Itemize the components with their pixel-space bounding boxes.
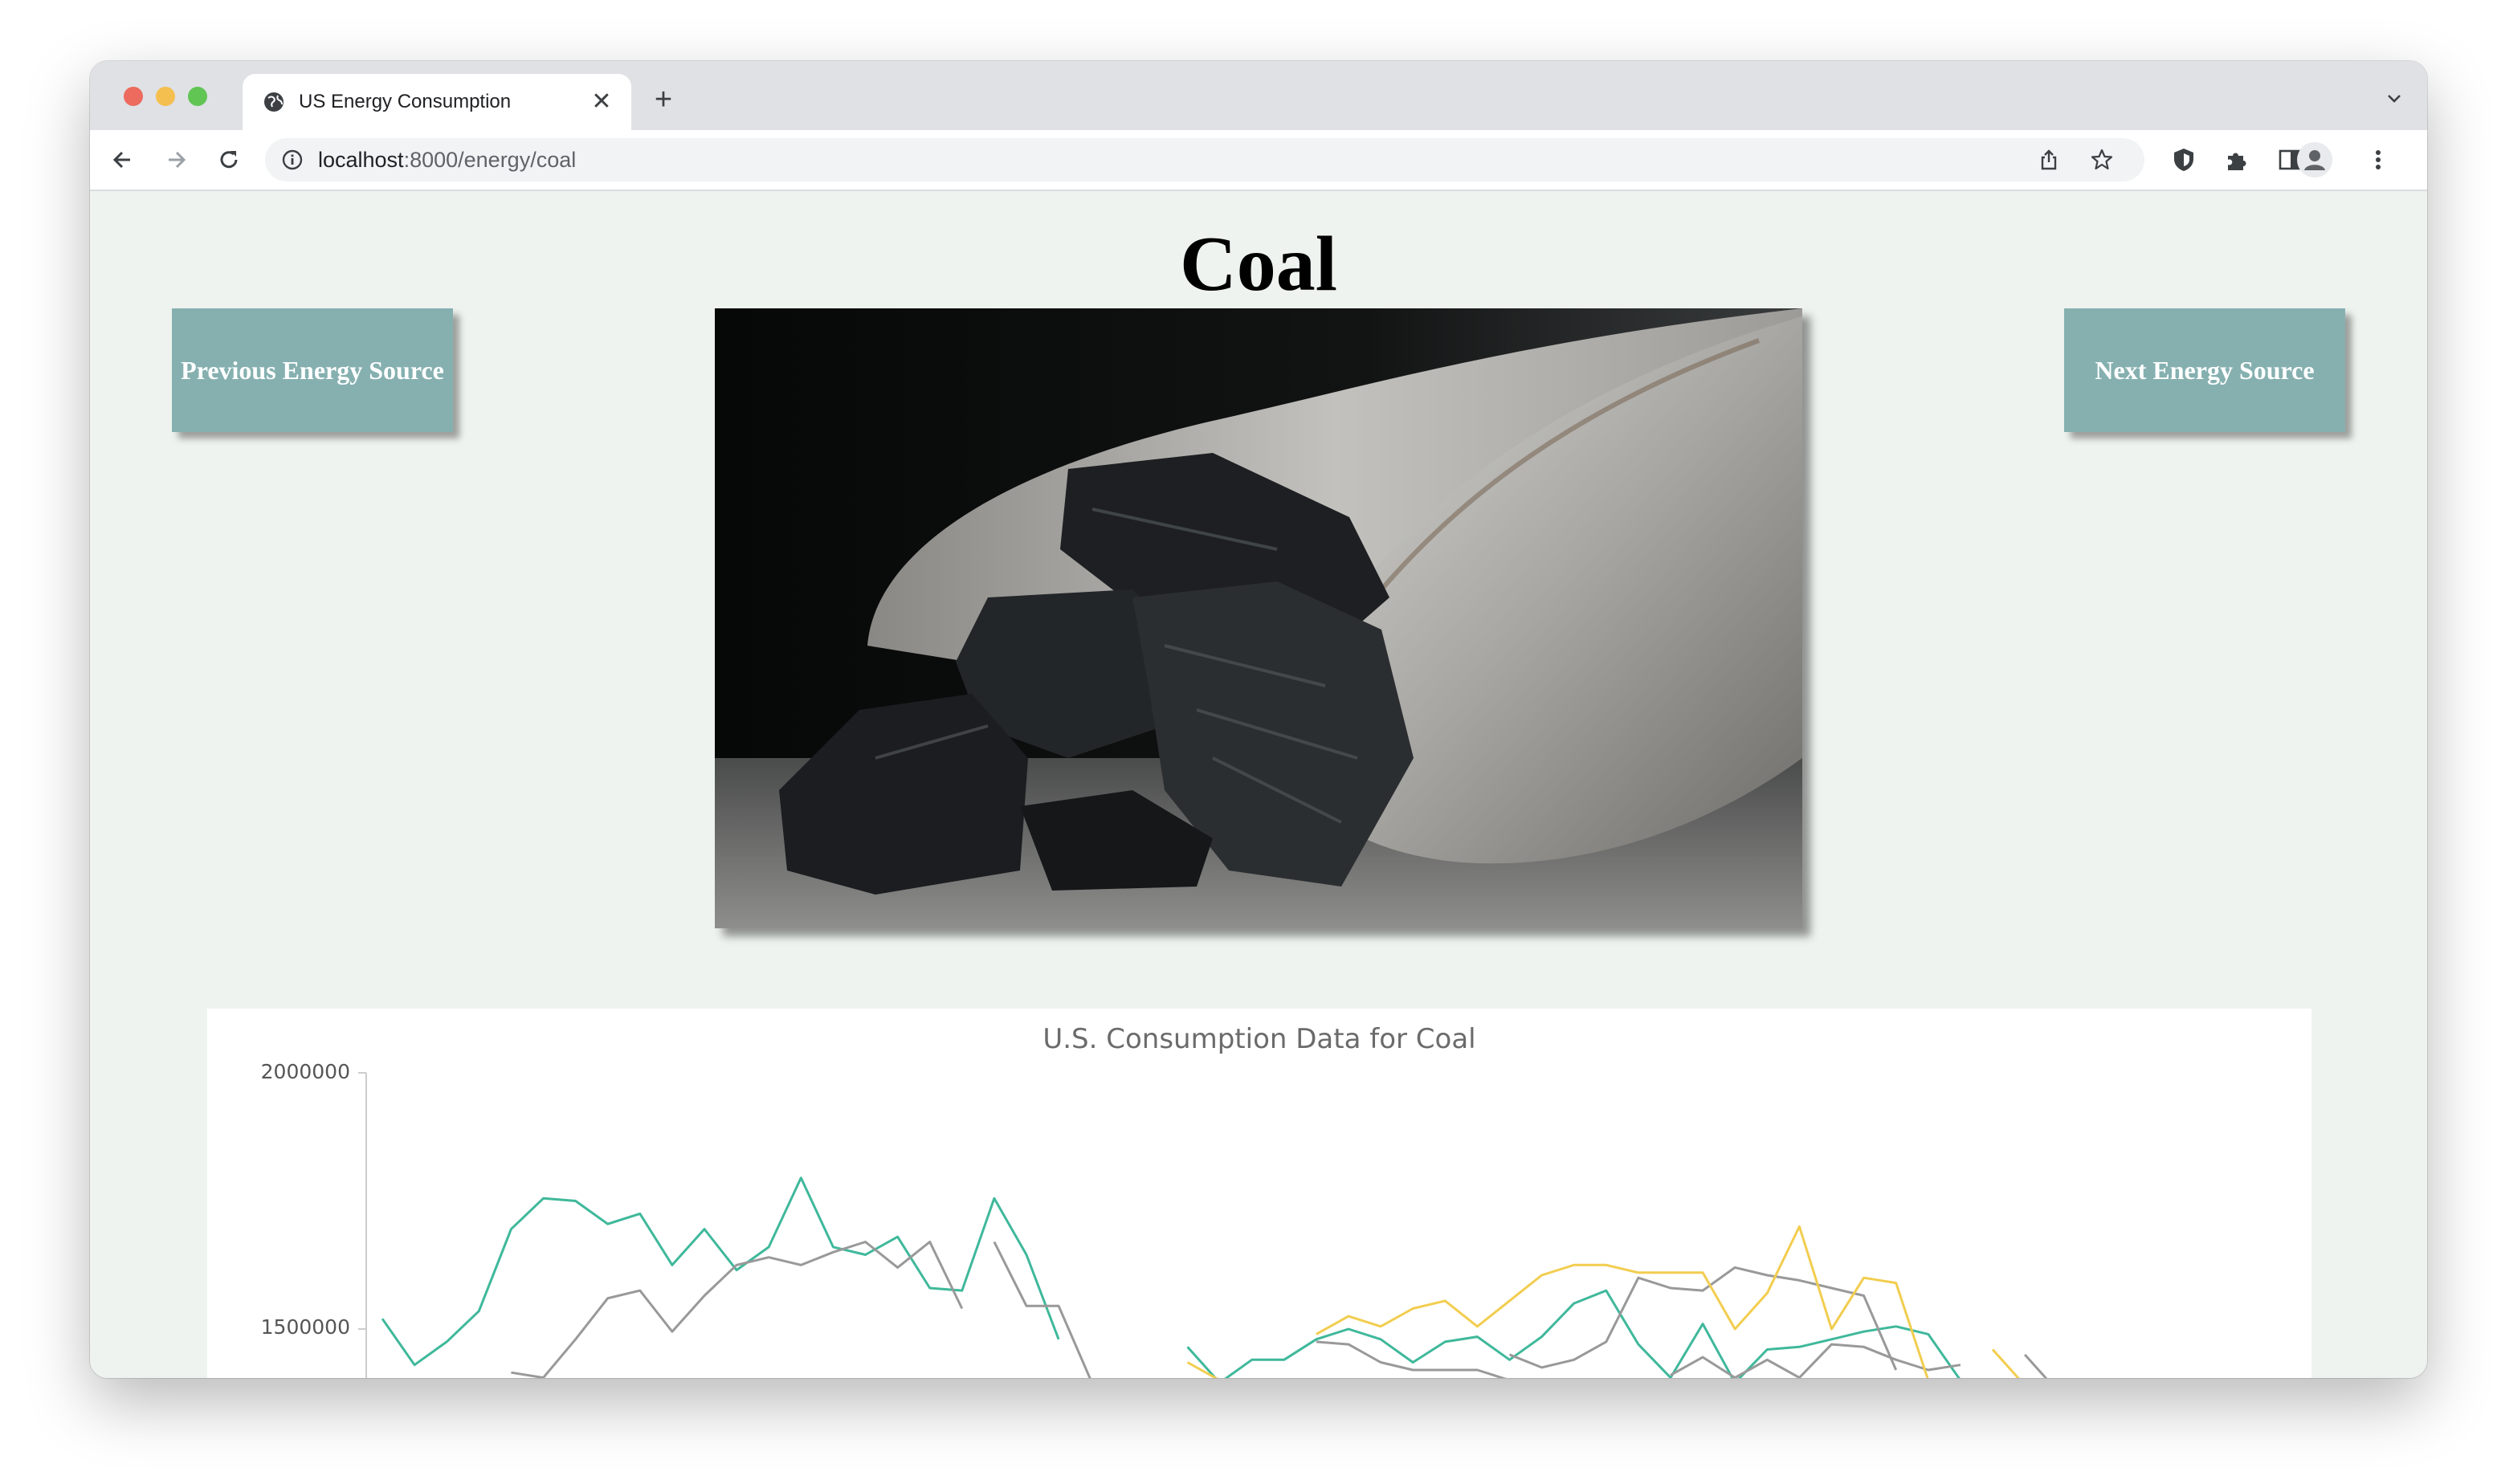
close-icon[interactable]: ✕ xyxy=(588,88,615,116)
consumption-chart: U.S. Consumption Data for Coal 2000000 1… xyxy=(207,1009,2311,1378)
shield-icon[interactable] xyxy=(2170,146,2197,173)
avatar[interactable] xyxy=(2297,142,2332,177)
avatar-icon xyxy=(2304,150,2325,170)
menu-icon[interactable] xyxy=(2364,146,2392,173)
star-icon[interactable] xyxy=(2090,148,2114,172)
close-window-button[interactable] xyxy=(124,87,143,106)
series-line-1 xyxy=(2023,1353,2048,1378)
reload-icon[interactable] xyxy=(214,145,244,175)
tab-title: US Energy Consumption xyxy=(299,91,512,112)
share-icon[interactable] xyxy=(2037,148,2061,172)
next-energy-source-button[interactable]: Next Energy Source xyxy=(2064,308,2345,432)
puzzle-icon[interactable] xyxy=(2223,146,2250,173)
address-bar[interactable]: localhost:8000/energy/coal xyxy=(265,138,2144,181)
chart-plot xyxy=(358,1072,2048,1378)
series-line-1 xyxy=(1316,1340,1507,1378)
series-line-3 xyxy=(1991,1348,2020,1378)
page-content: Coal Previous Energy Source Next Energy … xyxy=(90,191,2427,1378)
page-title: Coal xyxy=(1180,221,1337,308)
series-line-2 xyxy=(511,1241,964,1378)
zoom-window-button[interactable] xyxy=(188,87,207,106)
info-icon[interactable] xyxy=(281,149,304,171)
browser-window: US Energy Consumption ✕ + localhost:8000… xyxy=(90,61,2427,1378)
globe-icon xyxy=(264,92,284,112)
toolbar: localhost:8000/energy/coal xyxy=(90,130,2427,191)
minimize-window-button[interactable] xyxy=(156,87,175,106)
url-text[interactable]: localhost:8000/energy/coal xyxy=(318,147,576,173)
coal-photo xyxy=(715,308,1802,928)
series-line-0 xyxy=(381,1176,1060,1367)
back-icon[interactable] xyxy=(108,145,138,175)
series-line-3 xyxy=(1316,1225,1929,1378)
tab-bar: US Energy Consumption ✕ + xyxy=(90,61,2427,130)
previous-energy-source-button[interactable]: Previous Energy Source xyxy=(172,308,453,432)
forward-icon[interactable] xyxy=(161,145,191,175)
tab-us-energy-consumption[interactable]: US Energy Consumption ✕ xyxy=(243,74,631,130)
plus-icon[interactable]: + xyxy=(647,84,679,116)
series-line-1 xyxy=(993,1241,1091,1378)
chevron-down-icon[interactable] xyxy=(2382,87,2406,111)
series-line-0 xyxy=(1186,1289,1961,1378)
